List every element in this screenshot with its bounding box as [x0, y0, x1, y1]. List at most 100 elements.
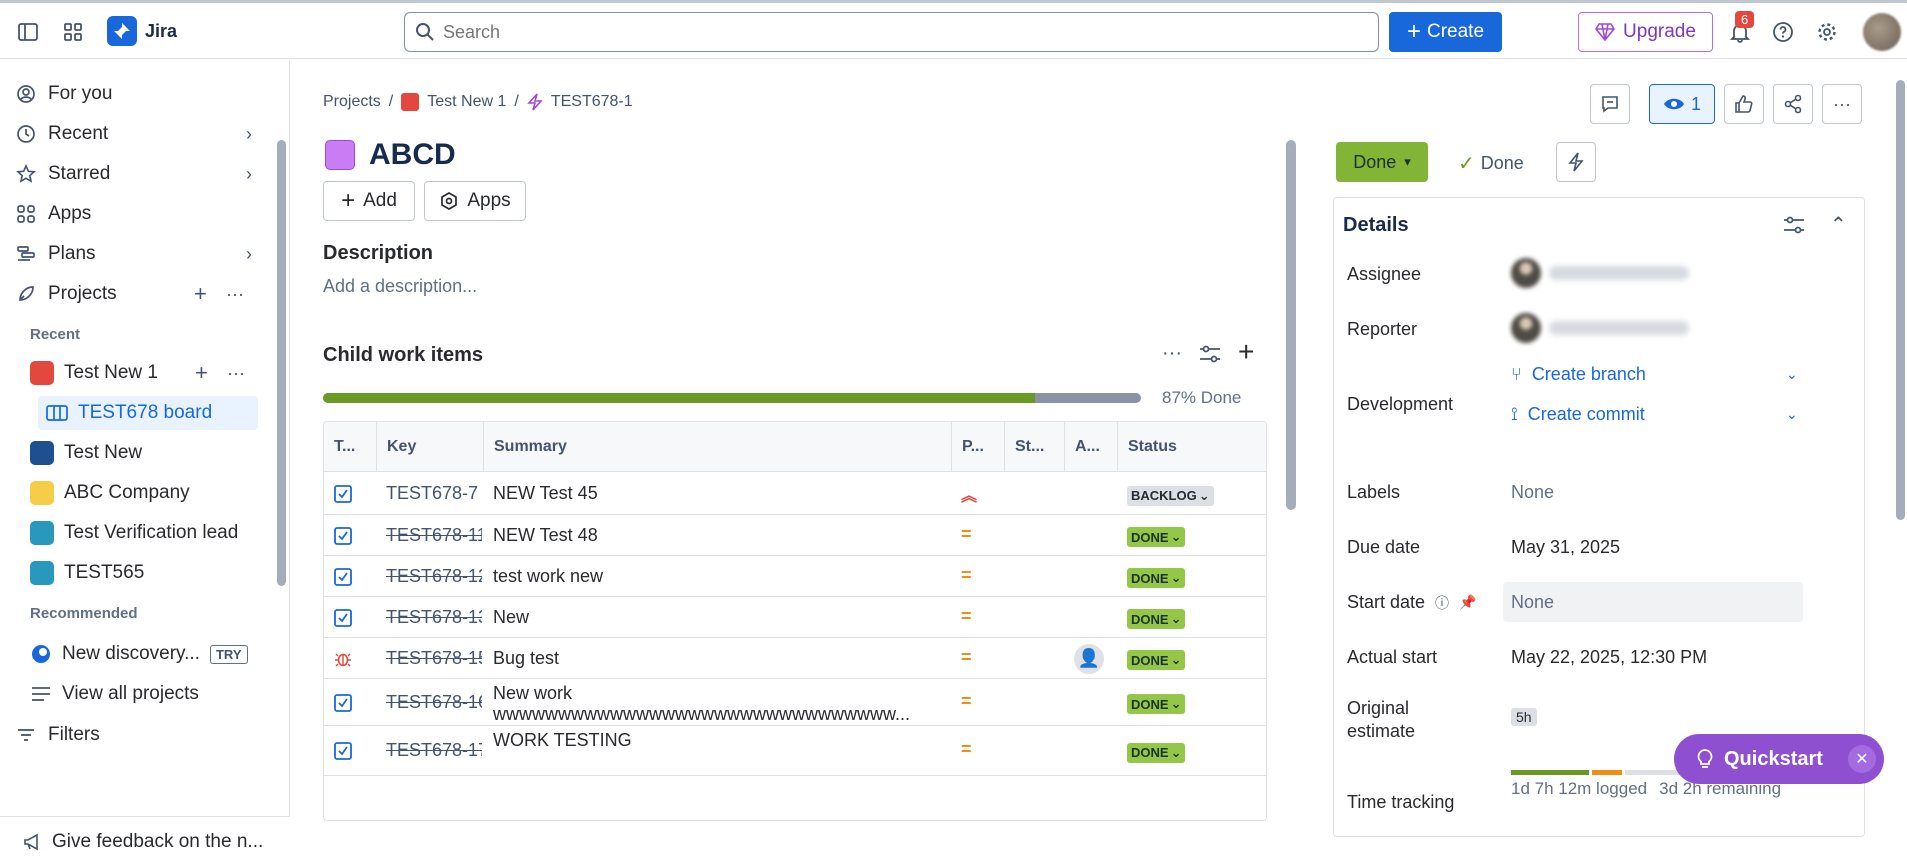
sidebar-item-plans[interactable]: Plans › [16, 237, 256, 271]
chevron-up-icon[interactable]: ⌃ [1830, 212, 1847, 237]
more-icon[interactable]: ··· [226, 284, 244, 305]
recent-project-test565[interactable]: TEST565 [30, 556, 258, 590]
create-commit-link[interactable]: ⟟ Create commit ⌄ [1511, 404, 1811, 425]
automation-button[interactable] [1556, 142, 1596, 182]
col-type[interactable]: T... [324, 422, 377, 472]
apps-button[interactable]: Apps [424, 181, 526, 221]
table-row[interactable]: TEST678-16 New work wwwwwwwwwwwwwwwwwwwwww… [324, 679, 1266, 726]
status-cell[interactable]: DONE ⌄ [1127, 741, 1186, 763]
col-priority[interactable]: P... [952, 422, 1005, 472]
row-summary[interactable]: NEW Test 48 [493, 525, 933, 546]
row-key[interactable]: TEST678-13 [386, 607, 482, 628]
search-input[interactable] [443, 21, 1343, 43]
details-heading[interactable]: Details [1343, 214, 1409, 237]
like-button[interactable] [1724, 84, 1764, 124]
sidebar-item-filters[interactable]: Filters [16, 718, 256, 752]
user-avatar[interactable] [1863, 13, 1901, 51]
add-button[interactable]: + Add [323, 181, 415, 221]
reporter-value[interactable] [1511, 313, 1689, 343]
table-row[interactable]: TEST678-12 test work new = DONE ⌄ [324, 556, 1266, 597]
recent-project-test-new[interactable]: Test New [30, 436, 258, 470]
jira-logo[interactable]: Jira [107, 16, 177, 46]
status-lozenge[interactable]: DONE ⌄ [1127, 527, 1186, 547]
close-icon[interactable]: ✕ [1848, 745, 1876, 773]
filter-settings-icon[interactable] [1198, 343, 1222, 365]
add-icon[interactable]: + [195, 360, 208, 386]
add-child-icon[interactable]: + [1238, 336, 1254, 368]
table-row[interactable]: TEST678-7 NEW Test 45 ︽ BACKLOG ⌄ [324, 473, 1266, 515]
more-icon[interactable]: ··· [1162, 342, 1182, 365]
sidebar-item-recent[interactable]: Recent › [16, 117, 256, 151]
status-cell[interactable]: DONE ⌄ [1127, 608, 1186, 629]
labels-value[interactable]: None [1511, 482, 1554, 503]
upgrade-button[interactable]: Upgrade [1578, 12, 1713, 52]
settings-gear-icon[interactable] [1812, 17, 1842, 47]
assignee-cell[interactable]: 👤 [1074, 643, 1104, 674]
assignee-value[interactable] [1511, 258, 1689, 288]
sidebar-item-projects[interactable]: Projects + ··· [16, 277, 256, 311]
status-lozenge[interactable]: DONE ⌄ [1127, 694, 1186, 714]
row-key[interactable]: TEST678-15 [386, 648, 482, 669]
row-summary[interactable]: New [493, 607, 933, 628]
info-icon[interactable]: ⓘ [1435, 593, 1449, 613]
status-lozenge[interactable]: DONE ⌄ [1127, 568, 1186, 588]
status-lozenge[interactable]: BACKLOG ⌄ [1127, 485, 1214, 506]
status-cell[interactable]: DONE ⌄ [1127, 649, 1186, 670]
right-scrollbar[interactable] [1896, 80, 1905, 520]
status-dropdown[interactable]: Done ▾ [1336, 142, 1428, 182]
view-all-projects[interactable]: View all projects [30, 677, 258, 711]
row-key[interactable]: TEST678-16 [386, 692, 482, 713]
pin-icon[interactable]: 📌 [1459, 594, 1476, 611]
recommended-new-discovery[interactable]: New discovery... TRY [30, 637, 258, 671]
due-date-value[interactable]: May 31, 2025 [1511, 537, 1620, 558]
create-branch-link[interactable]: ⑂ Create branch ⌄ [1511, 364, 1811, 385]
row-key[interactable]: TEST678-7 [386, 483, 482, 504]
status-cell[interactable]: DONE ⌄ [1127, 693, 1186, 714]
share-button[interactable] [1773, 84, 1813, 124]
quickstart-button[interactable]: Quickstart ✕ [1674, 734, 1884, 784]
row-summary[interactable]: New work [493, 683, 933, 704]
row-key[interactable]: TEST678-11 [386, 525, 482, 546]
create-button[interactable]: + Create [1389, 12, 1502, 52]
recent-project-test-verification-lead[interactable]: Test Verification lead [30, 516, 258, 550]
status-lozenge[interactable]: DONE ⌄ [1127, 650, 1186, 670]
chevron-down-icon[interactable]: ⌄ [1786, 406, 1798, 423]
col-status[interactable]: Status [1118, 422, 1266, 472]
col-assignee[interactable]: A... [1065, 422, 1118, 472]
row-summary[interactable]: NEW Test 45 [493, 483, 933, 504]
status-cell[interactable]: DONE ⌄ [1127, 526, 1186, 547]
col-story-points[interactable]: St... [1005, 422, 1065, 472]
status-lozenge[interactable]: DONE ⌄ [1127, 742, 1186, 763]
row-key[interactable]: TEST678-12 [386, 566, 482, 587]
watch-button[interactable]: 1 [1649, 84, 1715, 124]
col-summary[interactable]: Summary [484, 422, 952, 472]
add-project-icon[interactable]: + [194, 281, 207, 307]
search-box[interactable] [404, 12, 1379, 52]
row-summary[interactable]: test work new [493, 566, 933, 587]
description-field[interactable]: Add a description... [323, 276, 477, 297]
more-icon[interactable]: ··· [227, 363, 245, 384]
feedback-icon-button[interactable] [1590, 84, 1630, 124]
breadcrumb-projects[interactable]: Projects [323, 93, 381, 111]
sidebar-item-starred[interactable]: Starred › [16, 157, 256, 191]
actual-start-value[interactable]: May 22, 2025, 12:30 PM [1511, 647, 1707, 668]
table-row[interactable]: TEST678-17 WORK TESTING = DONE ⌄ [324, 726, 1266, 776]
sidebar-item-for-you[interactable]: For you [16, 77, 256, 111]
sidebar-toggle-icon[interactable] [13, 17, 43, 47]
row-summary-line2[interactable]: wwwwwwwwwwwwwwwwwwwwwwwwwwwwwww... [493, 704, 933, 725]
sidebar-item-apps[interactable]: Apps [16, 197, 256, 231]
issue-title[interactable]: ABCD [325, 138, 456, 172]
more-actions-button[interactable]: ··· [1822, 84, 1862, 124]
row-summary[interactable]: Bug test [493, 648, 933, 669]
table-row[interactable]: TEST678-11 NEW Test 48 = DONE ⌄ [324, 515, 1266, 556]
original-estimate-value[interactable]: 5h [1511, 708, 1537, 726]
status-lozenge[interactable]: DONE ⌄ [1127, 609, 1186, 629]
app-switcher-icon[interactable] [58, 17, 88, 47]
breadcrumb-project[interactable]: Test New 1 [427, 93, 506, 111]
configure-icon[interactable] [1782, 214, 1806, 236]
sidebar-scrollbar[interactable] [277, 140, 286, 586]
chevron-down-icon[interactable]: ⌄ [1786, 366, 1798, 383]
col-key[interactable]: Key [377, 422, 484, 472]
breadcrumb-issue[interactable]: TEST678-1 [551, 93, 633, 111]
recent-project-abc-company[interactable]: ABC Company [30, 476, 258, 510]
